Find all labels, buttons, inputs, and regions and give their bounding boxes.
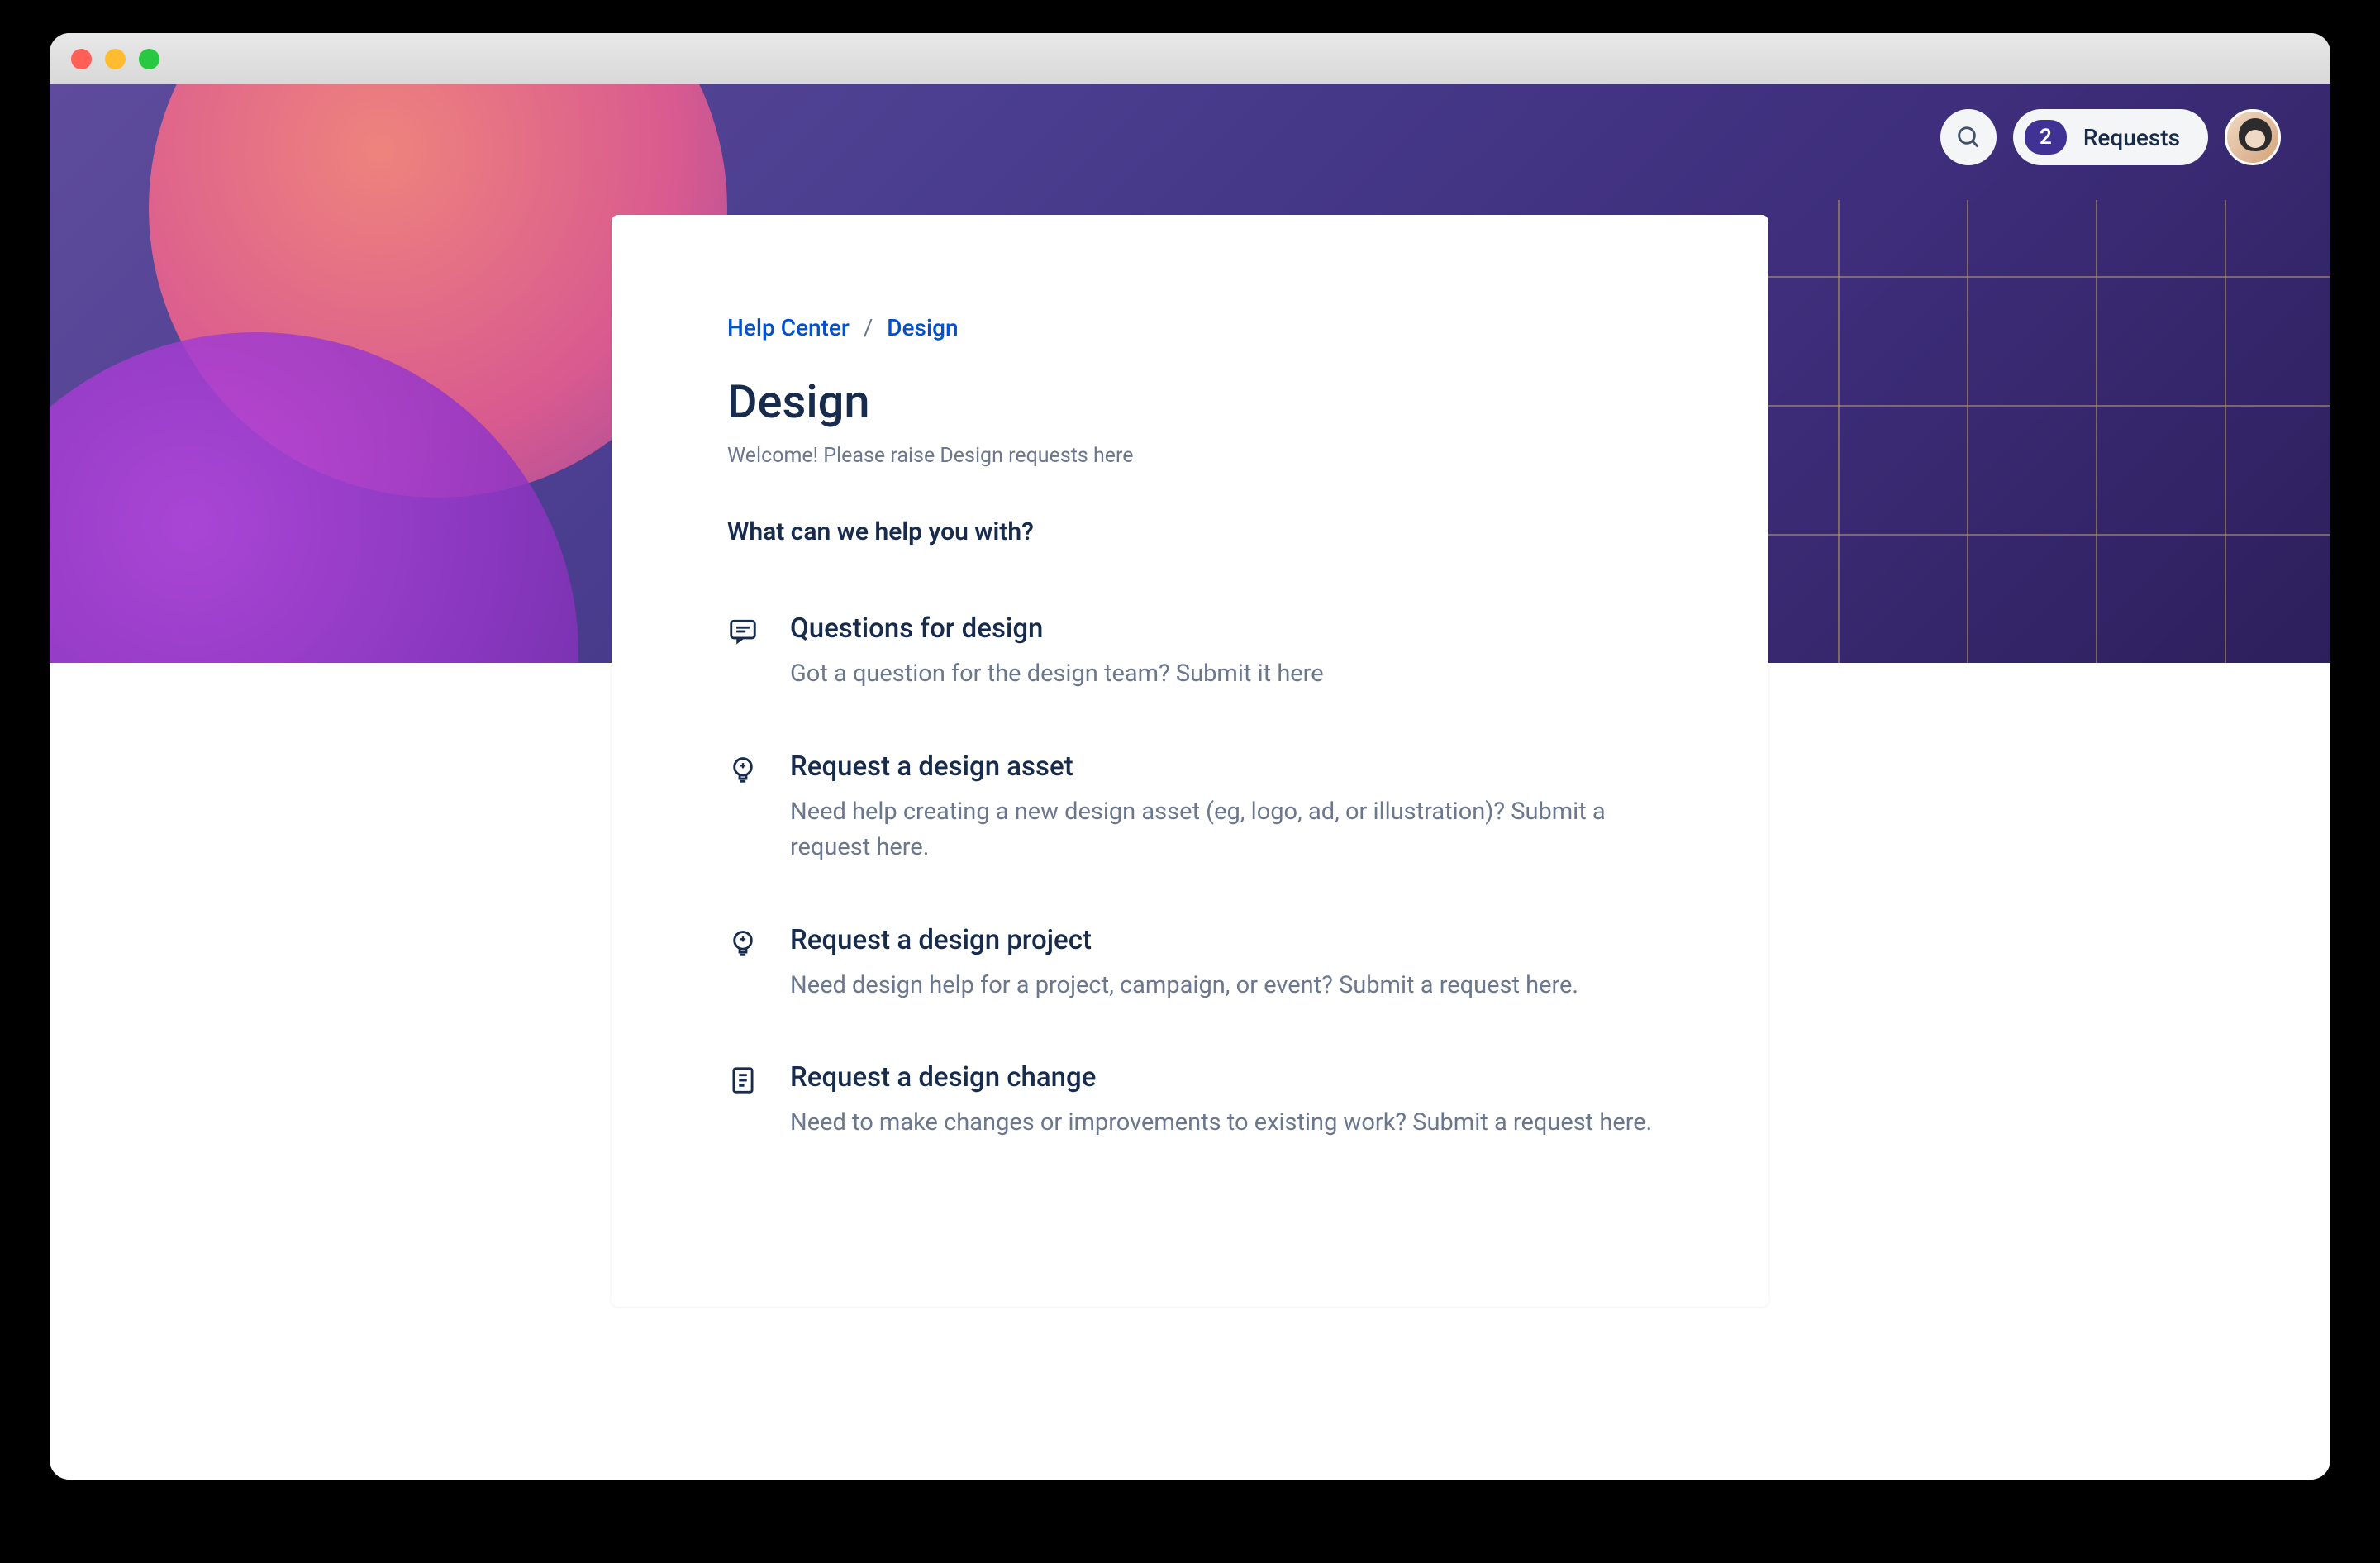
request-content: Request a design asset Need help creatin… [790,751,1653,866]
request-description: Need help creating a new design asset (e… [790,794,1653,866]
request-content: Questions for design Got a question for … [790,612,1653,693]
breadcrumb-current-link[interactable]: Design [887,314,958,341]
breadcrumb: Help Center / Design [727,314,1653,341]
request-description: Need design help for a project, campaign… [790,968,1653,1004]
lightbulb-icon [727,927,759,959]
document-icon [727,1065,759,1096]
request-item-asset[interactable]: Request a design asset Need help creatin… [727,751,1653,866]
request-content: Request a design project Need design hel… [790,924,1653,1004]
requests-label: Requests [2083,124,2180,151]
breadcrumb-root-link[interactable]: Help Center [727,314,850,341]
help-heading: What can we help you with? [727,517,1653,546]
request-list: Questions for design Got a question for … [727,612,1653,1141]
avatar[interactable] [2225,109,2281,165]
lightbulb-icon [727,754,759,785]
request-item-change[interactable]: Request a design change Need to make cha… [727,1061,1653,1141]
request-title: Questions for design [790,612,1653,645]
search-button[interactable] [1940,109,1997,165]
search-icon [1955,124,1982,150]
minimize-window-button[interactable] [105,49,126,69]
titlebar [50,33,2330,84]
request-item-project[interactable]: Request a design project Need design hel… [727,924,1653,1004]
main-card: Help Center / Design Design Welcome! Ple… [612,215,1768,1307]
requests-button[interactable]: 2 Requests [2013,109,2208,165]
request-title: Request a design project [790,924,1653,956]
request-title: Request a design change [790,1061,1653,1094]
maximize-window-button[interactable] [139,49,159,69]
request-description: Got a question for the design team? Subm… [790,656,1653,693]
page-subtitle: Welcome! Please raise Design requests he… [727,444,1653,468]
topbar: 2 Requests [1940,109,2281,165]
request-content: Request a design change Need to make cha… [790,1061,1653,1141]
page-title: Design [727,374,1653,429]
requests-count-badge: 2 [2025,120,2067,155]
chat-icon [727,616,759,647]
request-description: Need to make changes or improvements to … [790,1105,1653,1141]
breadcrumb-separator: / [864,314,873,341]
close-window-button[interactable] [71,49,92,69]
decorative-grid [1711,200,2330,663]
app-window: 2 Requests Help Center / Design Design W… [50,33,2330,1480]
request-item-questions[interactable]: Questions for design Got a question for … [727,612,1653,693]
request-title: Request a design asset [790,751,1653,783]
